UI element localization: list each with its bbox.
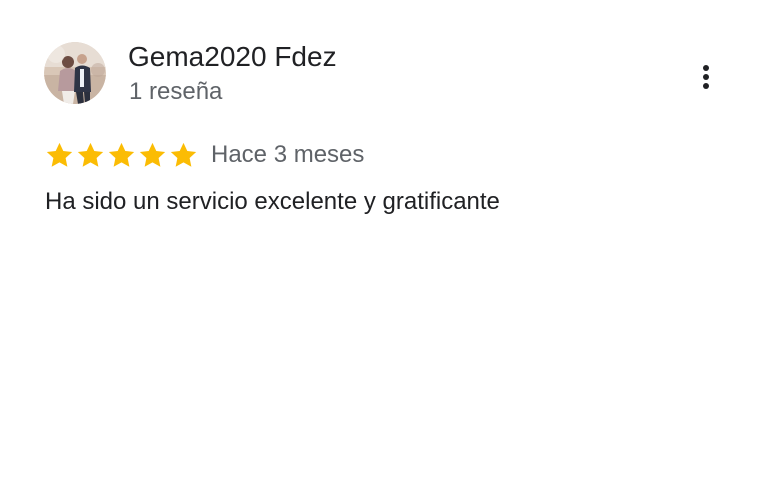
reviewer-name[interactable]: Gema2020 Fdez — [128, 40, 337, 74]
review-text: Ha sido un servicio excelente y gratific… — [45, 188, 500, 215]
star-icon — [44, 140, 75, 171]
star-icon — [137, 140, 168, 171]
more-vert-icon — [703, 65, 709, 89]
star-icon — [168, 140, 199, 171]
review-count[interactable]: 1 reseña — [129, 77, 222, 107]
rating-row: Hace 3 meses — [44, 139, 364, 171]
avatar[interactable] — [44, 42, 106, 104]
star-rating — [44, 139, 199, 171]
review-time: Hace 3 meses — [211, 141, 365, 168]
star-icon — [75, 140, 106, 171]
review-card: Gema2020 Fdez 1 reseña Hace 3 meses Ha s… — [0, 0, 760, 500]
more-options-button[interactable] — [690, 60, 722, 94]
avatar-photo-icon — [44, 42, 106, 104]
star-icon — [106, 140, 137, 171]
